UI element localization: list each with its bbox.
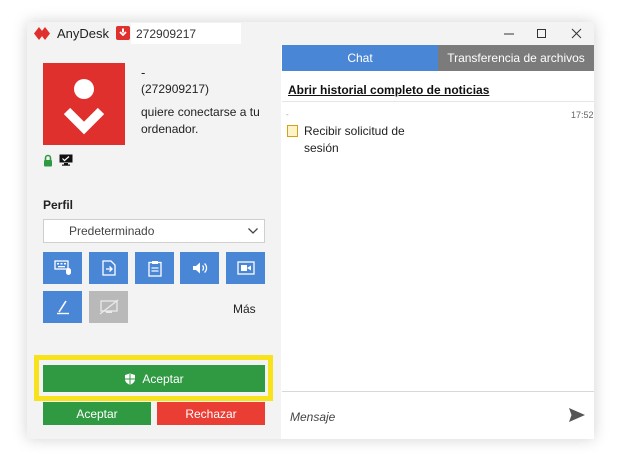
anydesk-user-icon [63,79,105,135]
anydesk-window: AnyDesk 272909217 - (272909217) quiere c… [27,22,594,439]
uac-shield-icon [125,373,136,385]
send-icon[interactable] [568,407,586,423]
profile-selected-value: Predeterminado [69,224,155,238]
pen-icon [56,300,69,315]
lock-icon [44,154,52,167]
peer-id: (272909217) [141,82,210,96]
chevron-down-icon [248,228,258,234]
message-text: Recibir solicitud de sesión [304,124,405,155]
file-transfer-icon [101,260,116,276]
avatar [43,63,125,145]
tab-chat[interactable]: Chat [282,45,438,71]
close-button[interactable] [562,23,592,44]
permission-clipboard-button[interactable] [135,252,174,284]
peer-name: - [141,65,146,80]
monitor-off-icon [99,299,118,315]
address-text: 272909217 [136,27,197,41]
minimize-button[interactable] [494,23,524,44]
camera-icon [236,261,255,275]
anydesk-logo-icon [34,27,50,40]
app-name: AnyDesk [57,26,110,41]
message-sender: - [286,110,289,119]
message-input[interactable] [290,407,550,427]
speaker-icon [192,262,207,274]
permission-sound-button[interactable] [180,252,219,284]
profile-dropdown[interactable]: Predeterminado [43,219,265,243]
reject-button[interactable]: Rechazar [157,402,265,425]
session-request-icon [287,125,298,137]
profile-label: Perfil [43,198,74,212]
accept-with-elevation-label: Aceptar [142,371,184,386]
permission-recording-button[interactable] [226,252,265,284]
address-field[interactable]: 272909217 [131,23,241,44]
keyboard-mouse-icon [53,260,71,275]
permission-keyboard-mouse-button[interactable] [43,252,82,284]
session-badge-icon [116,26,130,40]
permission-draw-button[interactable] [43,291,82,323]
message-time: 17:52 [571,110,594,120]
title-bar[interactable]: AnyDesk 272909217 [27,22,594,45]
request-message: quiere conectarse a tu ordenador. [141,105,260,136]
close-icon [571,28,582,39]
chat-panel: Chat Transferencia de archivos Abrir his… [282,45,594,439]
permission-file-transfer-button[interactable] [89,252,128,284]
maximize-button[interactable] [527,23,557,44]
divider [282,101,594,102]
tab-file-transfer[interactable]: Transferencia de archivos [438,45,594,71]
accept-with-elevation-button[interactable]: Aceptar [43,365,265,392]
more-options-link[interactable]: Más [233,302,256,316]
permission-privacy-mode-button[interactable] [89,291,128,323]
screenshot-stage: AnyDesk 272909217 - (272909217) quiere c… [0,0,621,471]
monitor-icon [59,154,73,166]
minimize-icon [504,33,514,35]
divider [282,391,594,392]
accept-button[interactable]: Aceptar [43,402,151,425]
clipboard-icon [147,260,162,277]
open-history-link[interactable]: Abrir historial completo de noticias [288,83,489,97]
incoming-request-panel: - (272909217) quiere conectarse a tu ord… [27,45,281,439]
maximize-icon [537,29,546,38]
